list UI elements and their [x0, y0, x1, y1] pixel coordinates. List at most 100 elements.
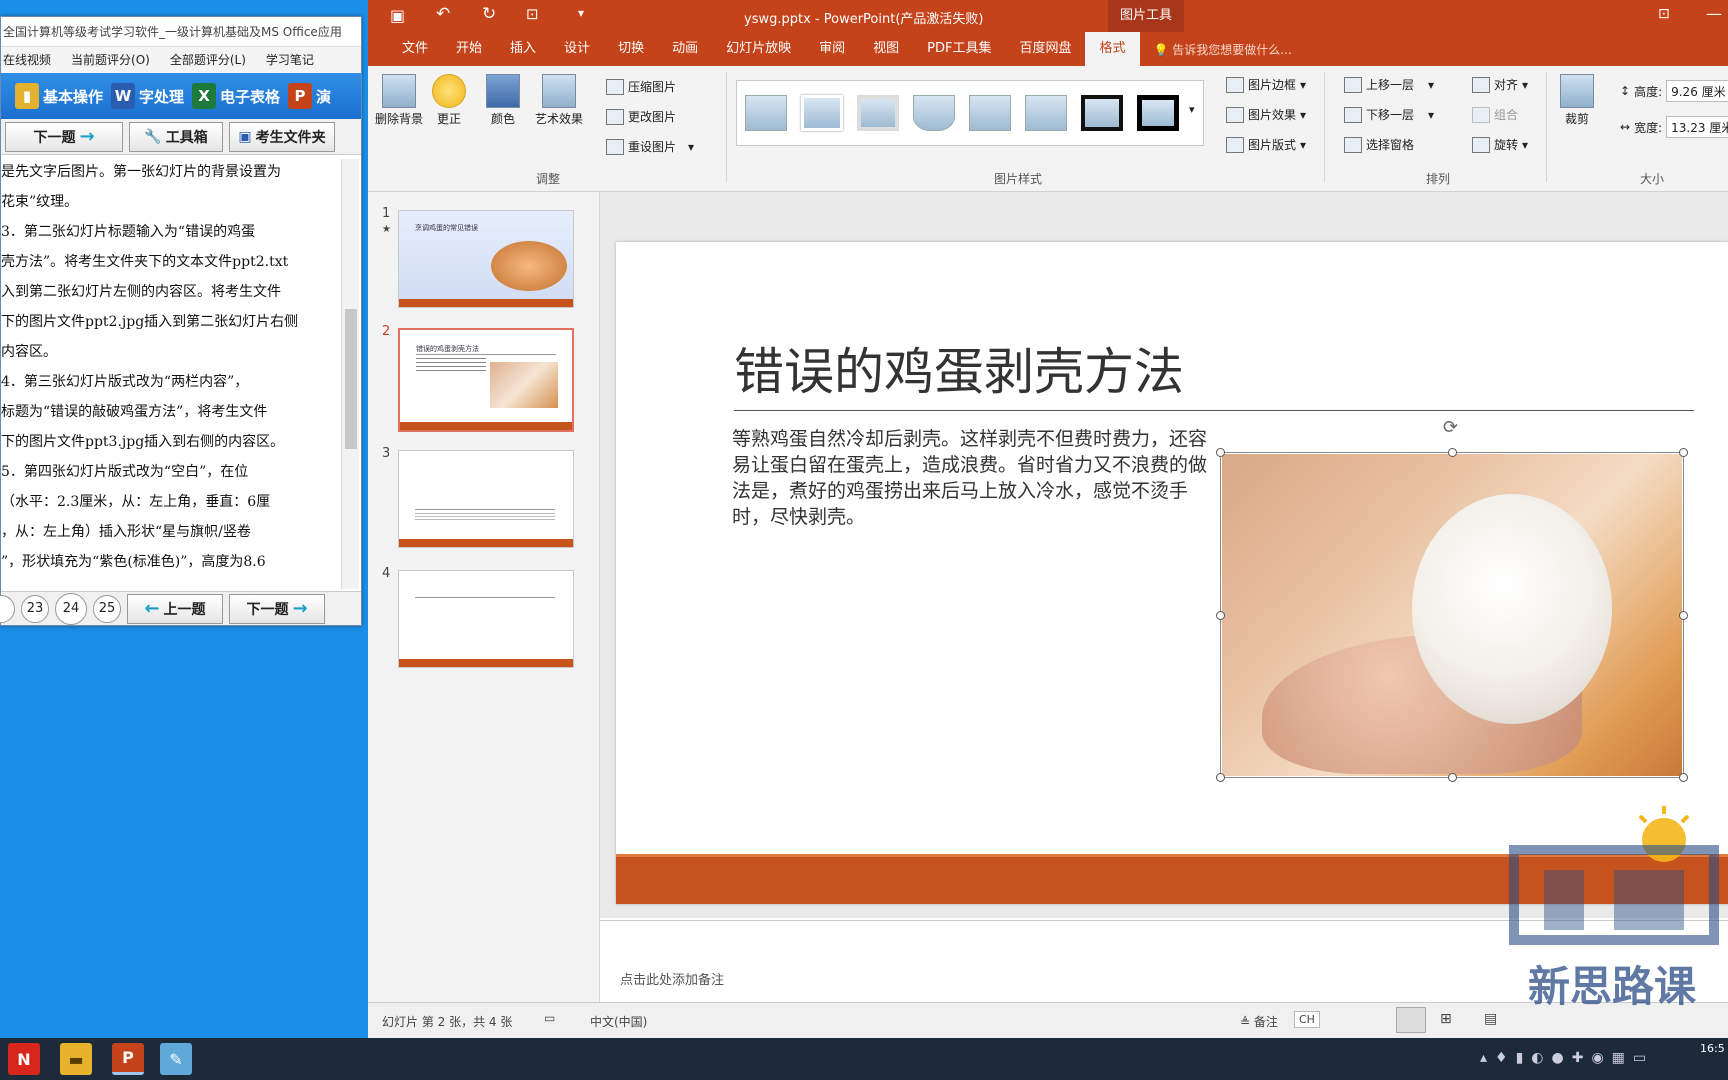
width-input[interactable]: 13.23 厘米 [1666, 116, 1728, 138]
tab-transitions[interactable]: 切换 [604, 32, 658, 66]
menu-score-all[interactable]: 全部题评分(L) [170, 47, 246, 73]
question-number[interactable] [0, 594, 15, 623]
file-explorer-icon[interactable]: ▬ [60, 1043, 92, 1075]
resize-handle[interactable] [1448, 448, 1457, 457]
tab-design[interactable]: 设计 [550, 32, 604, 66]
change-picture-button[interactable]: 更改图片 [606, 108, 676, 125]
align-button[interactable]: 对齐 ▾ [1472, 76, 1528, 93]
toolbox-button[interactable]: 🔧 工具箱 [129, 121, 223, 152]
question-scrollbar[interactable] [341, 159, 359, 589]
menu-score-current[interactable]: 当前题评分(O) [71, 47, 150, 73]
undo-icon[interactable]: ↶ [436, 4, 450, 24]
question-number[interactable]: 25 [93, 594, 121, 623]
picture-style-option[interactable] [801, 95, 843, 131]
slide-body-text[interactable]: 等熟鸡蛋自然冷却后剥壳。这样剥壳不但费时费力，还容易让蛋白留在蛋壳上，造成浪费。… [732, 426, 1222, 530]
resize-handle[interactable] [1679, 773, 1688, 782]
tab-baidu-netdisk[interactable]: 百度网盘 [1005, 32, 1085, 66]
picture-tools-context: 图片工具 [1108, 0, 1184, 32]
resize-handle[interactable] [1216, 773, 1225, 782]
picture-style-option[interactable] [857, 95, 899, 131]
spelling-icon[interactable]: ▭ [544, 1011, 555, 1025]
slide-sorter-icon[interactable]: ⊞ [1440, 1011, 1452, 1027]
color-button[interactable]: 颜色 [478, 74, 528, 127]
tab-review[interactable]: 审阅 [805, 32, 859, 66]
question-number[interactable]: 23 [21, 594, 49, 623]
selection-pane-button[interactable]: 选择窗格 [1344, 136, 1414, 153]
exam-folder-button[interactable]: ▣ 考生文件夹 [229, 121, 335, 152]
minimize-icon[interactable]: — [1706, 4, 1722, 23]
customize-qat-icon[interactable]: ▾ [578, 6, 584, 20]
send-backward-button[interactable]: 下移一层 ▾ [1344, 106, 1434, 123]
picture-styles-gallery[interactable]: ▾ [736, 80, 1204, 146]
resize-handle[interactable] [1216, 448, 1225, 457]
basic-ops-button[interactable]: ▮ 基本操作 [15, 83, 103, 109]
resize-handle[interactable] [1679, 611, 1688, 620]
scrollbar-thumb[interactable] [345, 309, 357, 449]
picture-layout-button[interactable]: 图片版式 ▾ [1226, 136, 1306, 153]
tab-format[interactable]: 格式 [1085, 32, 1140, 66]
picture-style-option[interactable] [1137, 95, 1179, 131]
next-question-button-bottom[interactable]: 下一题 → [229, 593, 325, 624]
slide-thumbnail-2-selected[interactable]: 错误的鸡蛋剥壳方法 [398, 328, 574, 432]
save-icon[interactable]: ▣ [390, 6, 405, 25]
picture-style-option[interactable] [913, 95, 955, 131]
picture-style-option[interactable] [1081, 95, 1123, 131]
exam-software-icon[interactable]: ✎ [160, 1043, 192, 1075]
slide-title[interactable]: 错误的鸡蛋剥壳方法 [734, 332, 1184, 404]
notes-icon: ≜ [1240, 1015, 1251, 1029]
redo-icon[interactable]: ↻ [482, 4, 496, 24]
prev-question-button[interactable]: ← 上一题 [127, 593, 223, 624]
resize-handle[interactable] [1216, 611, 1225, 620]
reading-view-icon[interactable]: ▤ [1484, 1011, 1497, 1027]
remove-background-button[interactable]: 删除背景 [374, 74, 424, 127]
slide-thumbnail-3[interactable] [398, 450, 574, 548]
normal-view-icon[interactable] [1396, 1007, 1426, 1033]
app-n-icon[interactable]: N [8, 1043, 40, 1075]
start-slideshow-icon[interactable]: ⊡ [526, 5, 539, 23]
height-input[interactable]: 9.26 厘米 [1666, 80, 1728, 102]
menu-online-video[interactable]: 在线视频 [3, 47, 51, 73]
rotate-button[interactable]: 旋转 ▾ [1472, 136, 1528, 153]
bring-forward-button[interactable]: 上移一层 ▾ [1344, 76, 1434, 93]
reset-picture-button[interactable]: 重设图片 ▾ [606, 138, 694, 155]
picture-style-option[interactable] [1025, 95, 1067, 131]
compress-pictures-button[interactable]: 压缩图片 [606, 78, 676, 95]
slide-thumbnail-1[interactable]: 烹调鸡蛋的常见错误 [398, 210, 574, 308]
picture-style-option[interactable] [969, 95, 1011, 131]
gallery-more-icon[interactable]: ▾ [1189, 103, 1195, 116]
next-question-button[interactable]: 下一题 → [5, 121, 123, 152]
rotate-handle-icon[interactable]: ⟳ [1443, 417, 1458, 438]
ribbon-display-icon[interactable]: ⊡ [1658, 6, 1670, 22]
tell-me-box[interactable]: 💡 告诉我您想要做什么... [1154, 41, 1292, 58]
picture-border-button[interactable]: 图片边框 ▾ [1226, 76, 1306, 93]
tab-slideshow[interactable]: 幻灯片放映 [712, 32, 805, 66]
language-indicator[interactable]: 中文(中国) [590, 1013, 647, 1030]
powerpoint-taskbar-icon[interactable]: P [112, 1043, 144, 1075]
width-icon: ↔ [1620, 120, 1631, 134]
picture-effects-button[interactable]: 图片效果 ▾ [1226, 106, 1306, 123]
ime-indicator[interactable]: CH [1294, 1011, 1320, 1028]
tab-view[interactable]: 视图 [859, 32, 913, 66]
artistic-effects-button[interactable]: 艺术效果 [530, 74, 588, 127]
clock: 16:5 [1700, 1042, 1725, 1055]
powerpoint-button[interactable]: P 演 [288, 83, 331, 109]
picture-style-option[interactable] [745, 95, 787, 131]
notes-toggle[interactable]: ≜ 备注 [1240, 1013, 1278, 1030]
resize-handle[interactable] [1679, 448, 1688, 457]
group-button[interactable]: 组合 [1472, 106, 1518, 123]
excel-button[interactable]: X 电子表格 [192, 83, 280, 109]
picture-selection-frame[interactable]: ⟳ [1216, 417, 1688, 782]
tray-icons[interactable]: ▴♦▮◐●✚◉▦▭ [1480, 1050, 1654, 1066]
question-number-current[interactable]: 24 [55, 592, 87, 625]
corrections-button[interactable]: 更正 [424, 74, 474, 127]
slide-thumbnail-4[interactable] [398, 570, 574, 668]
tab-pdf-tools[interactable]: PDF工具集 [913, 32, 1005, 66]
tab-file[interactable]: 文件 [388, 32, 442, 66]
tab-animations[interactable]: 动画 [658, 32, 712, 66]
menu-notes[interactable]: 学习笔记 [266, 47, 314, 73]
tab-home[interactable]: 开始 [442, 32, 496, 66]
word-button[interactable]: W 字处理 [111, 83, 184, 109]
tab-insert[interactable]: 插入 [496, 32, 550, 66]
resize-handle[interactable] [1448, 773, 1457, 782]
crop-button[interactable]: 裁剪 [1552, 74, 1602, 127]
